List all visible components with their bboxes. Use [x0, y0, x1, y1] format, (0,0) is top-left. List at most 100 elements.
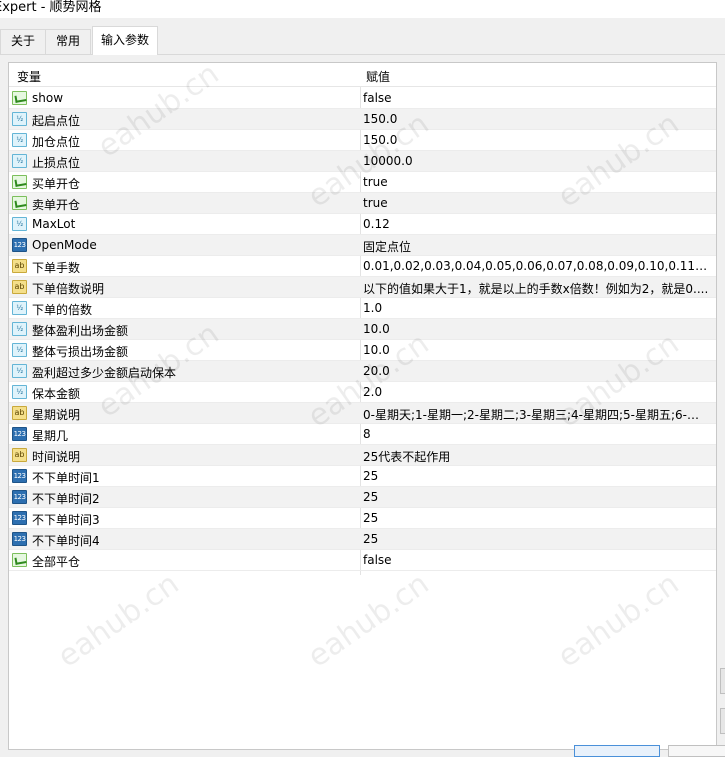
param-row[interactable]: 123 不下单时间1 25: [9, 466, 716, 487]
tab-input-params[interactable]: 输入参数: [92, 26, 158, 55]
param-name: 保本金额: [32, 387, 81, 401]
double-param-icon: ½: [12, 343, 27, 357]
param-value[interactable]: true: [363, 196, 709, 210]
param-row[interactable]: ½ 加仓点位 150.0: [9, 130, 716, 151]
bool-param-icon: [12, 196, 27, 210]
double-param-icon: ½: [12, 112, 27, 126]
param-name: 星期说明: [32, 408, 81, 422]
param-row[interactable]: 123 不下单时间3 25: [9, 508, 716, 529]
param-name: 止损点位: [32, 156, 81, 170]
param-row[interactable]: ab 下单倍数说明 以下的值如果大于1，就是以上的手数x倍数！例如为2，就是0...…: [9, 277, 716, 298]
param-value[interactable]: 25: [363, 469, 709, 483]
column-header-value[interactable]: 赋值: [366, 68, 390, 85]
param-value[interactable]: 0.01,0.02,0.03,0.04,0.05,0.06,0.07,0.08,…: [363, 259, 709, 273]
param-row[interactable]: show false: [9, 88, 716, 109]
param-value[interactable]: 10000.0: [363, 154, 709, 168]
param-row[interactable]: ½ 起启点位 150.0: [9, 109, 716, 130]
param-row[interactable]: 123 不下单时间2 25: [9, 487, 716, 508]
param-name: 不下单时间3: [32, 513, 100, 527]
param-value[interactable]: 10.0: [363, 322, 709, 336]
param-value[interactable]: 25: [363, 490, 709, 504]
params-table: 变量 赋值 show false ½ 起启点位 150.0 ½ 加仓点位 150.0 ½ 止损点位…: [8, 56, 717, 750]
window-title: Expert - 顺势网格: [0, 0, 102, 15]
param-value[interactable]: 25: [363, 511, 709, 525]
param-row[interactable]: ½ MaxLot 0.12: [9, 214, 716, 235]
side-button-lower[interactable]: [720, 708, 725, 734]
param-value[interactable]: 25: [363, 532, 709, 546]
int-param-icon: 123: [12, 427, 27, 441]
int-param-icon: 123: [12, 469, 27, 483]
double-param-icon: ½: [12, 385, 27, 399]
param-row[interactable]: ½ 保本金额 2.0: [9, 382, 716, 403]
param-row[interactable]: ½ 下单的倍数 1.0: [9, 298, 716, 319]
double-param-icon: ½: [12, 133, 27, 147]
param-name: 整体亏损出场金额: [32, 345, 129, 359]
param-row[interactable]: 123 不下单时间4 25: [9, 529, 716, 550]
double-param-icon: ½: [12, 301, 27, 315]
column-header-variable[interactable]: 变量: [17, 68, 41, 85]
param-row[interactable]: ab 时间说明 25代表不起作用: [9, 445, 716, 466]
param-row[interactable]: ½ 整体亏损出场金额 10.0: [9, 340, 716, 361]
param-value[interactable]: 150.0: [363, 133, 709, 147]
param-value[interactable]: 0.12: [363, 217, 709, 231]
param-row[interactable]: ab 星期说明 0-星期天;1-星期一;2-星期二;3-星期三;4-星期四;5-星期…: [9, 403, 716, 424]
tab-bar: 关于 常用 输入参数: [0, 18, 725, 55]
param-name: OpenMode: [32, 238, 97, 252]
param-value[interactable]: 2.0: [363, 385, 709, 399]
param-name: 整体盈利出场金额: [32, 324, 129, 338]
param-name: 时间说明: [32, 450, 81, 464]
param-name: 不下单时间4: [32, 534, 100, 548]
param-row[interactable]: 买单开仓 true: [9, 172, 716, 193]
param-name: 卖单开仓: [32, 198, 81, 212]
param-row[interactable]: ½ 盈利超过多少金额启动保本 20.0: [9, 361, 716, 382]
param-name: 不下单时间2: [32, 492, 100, 506]
param-row[interactable]: 123 OpenMode 固定点位: [9, 235, 716, 256]
param-name: 盈利超过多少金额启动保本: [32, 366, 177, 380]
param-value[interactable]: 25代表不起作用: [363, 448, 709, 465]
param-value[interactable]: 以下的值如果大于1，就是以上的手数x倍数！例如为2，就是0....: [363, 280, 709, 297]
cancel-button[interactable]: [668, 745, 725, 757]
param-value[interactable]: 150.0: [363, 112, 709, 126]
watermark: eahub.cn: [51, 566, 186, 675]
params-rows: show false ½ 起启点位 150.0 ½ 加仓点位 150.0 ½ 止损点位 10000.…: [9, 88, 716, 571]
tab-about[interactable]: 关于: [0, 29, 46, 54]
string-param-icon: ab: [12, 259, 27, 273]
param-row[interactable]: 全部平仓 false: [9, 550, 716, 571]
tab-common[interactable]: 常用: [45, 29, 91, 54]
param-value[interactable]: 固定点位: [363, 238, 709, 255]
param-name: 买单开仓: [32, 177, 81, 191]
bool-param-icon: [12, 175, 27, 189]
param-name: show: [32, 91, 64, 105]
param-row[interactable]: 123 星期几 8: [9, 424, 716, 445]
int-param-icon: 123: [12, 532, 27, 546]
table-header: 变量 赋值: [9, 63, 716, 87]
param-row[interactable]: 卖单开仓 true: [9, 193, 716, 214]
double-param-icon: ½: [12, 322, 27, 336]
param-name: 不下单时间1: [32, 471, 100, 485]
param-name: 全部平仓: [32, 555, 81, 569]
bool-param-icon: [12, 91, 27, 105]
param-value[interactable]: 8: [363, 427, 709, 441]
param-value[interactable]: false: [363, 91, 709, 105]
string-param-icon: ab: [12, 406, 27, 420]
int-param-icon: 123: [12, 490, 27, 504]
int-param-icon: 123: [12, 238, 27, 252]
param-value[interactable]: true: [363, 175, 709, 189]
param-value[interactable]: 1.0: [363, 301, 709, 315]
param-name: 星期几: [32, 429, 69, 443]
param-value[interactable]: false: [363, 553, 709, 567]
param-name: 下单手数: [32, 261, 81, 275]
double-param-icon: ½: [12, 154, 27, 168]
param-row[interactable]: ½ 整体盈利出场金额 10.0: [9, 319, 716, 340]
param-value[interactable]: 20.0: [363, 364, 709, 378]
param-value[interactable]: 10.0: [363, 343, 709, 357]
param-row[interactable]: ½ 止损点位 10000.0: [9, 151, 716, 172]
side-button-upper[interactable]: [720, 668, 725, 694]
double-param-icon: ½: [12, 364, 27, 378]
param-name: 加仓点位: [32, 135, 81, 149]
ok-button[interactable]: [574, 745, 660, 757]
param-value[interactable]: 0-星期天;1-星期一;2-星期二;3-星期三;4-星期四;5-星期五;6-星?…: [363, 406, 709, 423]
param-name: MaxLot: [32, 217, 76, 231]
watermark: eahub.cn: [301, 566, 436, 675]
param-row[interactable]: ab 下单手数 0.01,0.02,0.03,0.04,0.05,0.06,0.07…: [9, 256, 716, 277]
